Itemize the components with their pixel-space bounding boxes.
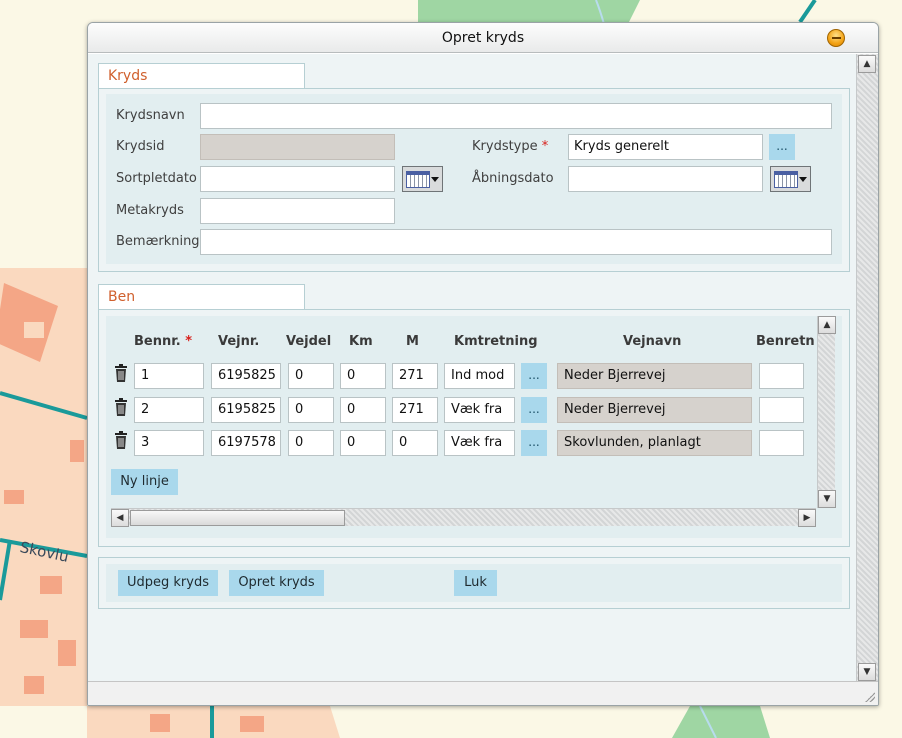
vejdel-cell[interactable]: 0 — [288, 397, 334, 423]
krydstype-label-text: Krydstype — [472, 139, 538, 154]
dialog-titlebar[interactable]: Opret kryds — [88, 23, 878, 53]
vejnr-cell[interactable]: 6197578 — [211, 430, 281, 456]
actions-bar: Udpeg kryds Opret kryds Luk — [106, 564, 842, 602]
kmretning-cell[interactable]: Væk fra — [444, 397, 515, 423]
krydsnavn-label: Krydsnavn — [116, 108, 185, 123]
trash-icon[interactable] — [114, 364, 128, 382]
benretning-cell[interactable] — [759, 363, 804, 389]
calendar-icon[interactable] — [770, 166, 811, 192]
bennr-cell[interactable]: 3 — [134, 430, 204, 456]
m-cell[interactable]: 0 — [392, 430, 438, 456]
opret-kryds-button[interactable]: Opret kryds — [229, 570, 324, 596]
bemaerkning-input[interactable] — [200, 229, 832, 255]
column-header-vejnavn: Vejnavn — [623, 334, 682, 349]
scroll-down-icon[interactable]: ▼ — [818, 490, 836, 508]
benretning-cell[interactable] — [759, 397, 804, 423]
column-header-benretning: Benretn — [756, 334, 815, 349]
table-horizontal-scrollbar[interactable]: ◀ ▶ — [111, 508, 816, 527]
vejdel-cell[interactable]: 0 — [288, 430, 334, 456]
metakryds-input[interactable] — [200, 198, 395, 224]
krydstype-input[interactable]: Kryds generelt — [568, 134, 763, 160]
ben-panel: Bennr. * Vejnr. Vejdel Km M Kmtretning V… — [98, 309, 850, 547]
kmretning-cell[interactable]: Væk fra — [444, 430, 515, 456]
benretning-cell[interactable] — [759, 430, 804, 456]
krydstype-label: Krydstype * — [472, 134, 548, 160]
table-vertical-scrollbar[interactable]: ▲ ▼ — [817, 316, 836, 508]
tab-kryds[interactable]: Kryds — [98, 63, 305, 89]
m-cell[interactable]: 271 — [392, 363, 438, 389]
krydsid-label: Krydsid — [116, 139, 165, 154]
vejnavn-cell: Neder Bjerrevej — [557, 363, 752, 389]
km-cell[interactable]: 0 — [340, 430, 386, 456]
udpeg-kryds-button[interactable]: Udpeg kryds — [118, 570, 218, 596]
krydstype-picker-button[interactable]: ... — [769, 134, 795, 160]
actions-panel: Udpeg kryds Opret kryds Luk — [98, 557, 850, 609]
opret-kryds-dialog: Opret kryds Kryds Krydsnavn Krydsid Kryd… — [87, 22, 879, 706]
km-cell[interactable]: 0 — [340, 363, 386, 389]
required-mark: * — [541, 139, 549, 154]
sortpletdato-input[interactable] — [200, 166, 395, 192]
kmretning-cell[interactable]: Ind mod — [444, 363, 515, 389]
column-header-kmretning: Kmtretning — [454, 334, 538, 349]
horizontal-scroll-thumb[interactable] — [130, 510, 345, 526]
tab-ben[interactable]: Ben — [98, 284, 305, 310]
dialog-vertical-scrollbar[interactable]: ▲ ▼ — [856, 54, 878, 682]
scroll-up-icon[interactable]: ▲ — [818, 316, 836, 334]
bemaerkning-label: Bemærkning — [116, 234, 200, 249]
km-cell[interactable]: 0 — [340, 397, 386, 423]
abningsdato-input[interactable] — [568, 166, 763, 192]
scroll-down-icon[interactable]: ▼ — [858, 663, 876, 681]
sortpletdato-label: Sortpletdato — [116, 171, 197, 186]
m-cell[interactable]: 271 — [392, 397, 438, 423]
vej-picker-button[interactable]: ... — [521, 397, 547, 423]
column-header-vejdel: Vejdel — [286, 334, 332, 349]
scroll-up-icon[interactable]: ▲ — [858, 55, 876, 73]
vejnavn-cell: Neder Bjerrevej — [557, 397, 752, 423]
vej-picker-button[interactable]: ... — [521, 430, 547, 456]
vejdel-cell[interactable]: 0 — [288, 363, 334, 389]
vejnavn-cell: Skovlunden, planlagt — [557, 430, 752, 456]
bennr-cell[interactable]: 1 — [134, 363, 204, 389]
vejnr-cell[interactable]: 6195825 — [211, 363, 281, 389]
vej-picker-button[interactable]: ... — [521, 363, 547, 389]
column-header-m: M — [406, 334, 419, 349]
tab-ben-label: Ben — [108, 289, 136, 305]
metakryds-label: Metakryds — [116, 203, 184, 218]
abningsdato-label: Åbningsdato — [472, 171, 554, 186]
dialog-statusbar — [88, 681, 878, 705]
column-header-km: Km — [349, 334, 373, 349]
krydsnavn-input[interactable] — [200, 103, 832, 129]
kryds-form: Krydsnavn Krydsid Krydstype * Kryds gene… — [106, 94, 842, 264]
scroll-right-icon[interactable]: ▶ — [798, 509, 816, 527]
column-header-bennr-text: Bennr. — [134, 334, 181, 349]
column-header-bennr: Bennr. * — [134, 334, 192, 349]
trash-icon[interactable] — [114, 431, 128, 449]
dialog-title: Opret kryds — [441, 30, 525, 46]
resize-grip-icon[interactable] — [865, 692, 875, 702]
tab-kryds-label: Kryds — [108, 68, 148, 84]
column-header-vejnr: Vejnr. — [218, 334, 260, 349]
dialog-content: Kryds Krydsnavn Krydsid Krydstype * Kryd… — [88, 54, 856, 682]
trash-icon[interactable] — [114, 398, 128, 416]
add-line-button[interactable]: Ny linje — [111, 469, 178, 495]
minimize-icon[interactable] — [827, 29, 845, 47]
ben-table: Bennr. * Vejnr. Vejdel Km M Kmtretning V… — [106, 316, 842, 538]
required-mark: * — [185, 334, 193, 349]
bennr-cell[interactable]: 2 — [134, 397, 204, 423]
vejnr-cell[interactable]: 6195825 — [211, 397, 281, 423]
kryds-panel: Krydsnavn Krydsid Krydstype * Kryds gene… — [98, 88, 850, 272]
krydsid-input — [200, 134, 395, 160]
scroll-left-icon[interactable]: ◀ — [111, 509, 129, 527]
luk-button[interactable]: Luk — [454, 570, 497, 596]
calendar-icon[interactable] — [402, 166, 443, 192]
